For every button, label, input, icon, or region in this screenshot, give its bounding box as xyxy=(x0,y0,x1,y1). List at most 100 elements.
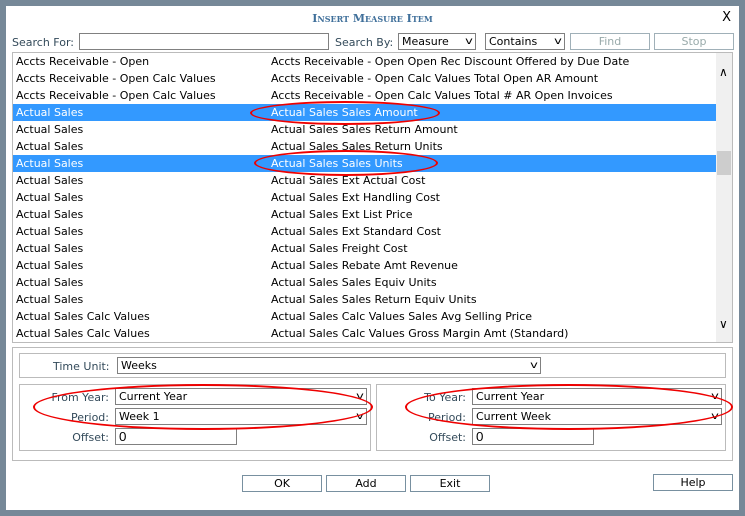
measure-cell: Actual Sales Freight Cost xyxy=(271,242,408,255)
search-for-label: Search For: xyxy=(12,36,74,49)
to-year-value: Current Year xyxy=(476,390,545,403)
measure-cell: Actual Sales Sales Equiv Units xyxy=(271,276,437,289)
ok-button[interactable]: OK xyxy=(242,475,322,492)
list-row[interactable]: Accts Receivable - Open Accts Receivable … xyxy=(13,53,717,70)
chevron-down-icon: v xyxy=(356,411,364,422)
measure-cell: Actual Sales Rebate Amt Revenue xyxy=(271,259,458,272)
find-button[interactable]: Find xyxy=(570,33,650,50)
from-offset-label: Offset: xyxy=(72,431,109,444)
to-period-value: Current Week xyxy=(476,410,551,423)
match-type-value: Contains xyxy=(489,35,538,48)
search-input[interactable] xyxy=(79,33,329,50)
search-by-label: Search By: xyxy=(335,36,394,49)
time-unit-label: Time Unit: xyxy=(53,360,110,373)
to-year-select[interactable]: Current Year v xyxy=(472,388,722,405)
list-scrollbar[interactable]: ∧ ∨ xyxy=(716,53,732,342)
chevron-down-icon: v xyxy=(465,36,473,47)
list-row[interactable]: Actual Sales Actual Sales Ext Standard Co… xyxy=(13,223,717,240)
list-row[interactable]: Actual Sales Actual Sales Ext Actual Cost xyxy=(13,172,717,189)
list-row[interactable]: Actual Sales Actual Sales Freight Cost xyxy=(13,240,717,257)
measure-cell: Actual Sales Ext Actual Cost xyxy=(271,174,426,187)
chevron-down-icon: v xyxy=(711,411,719,422)
to-period-label: Period: xyxy=(427,411,466,424)
measure-cell: Actual Sales Ext Standard Cost xyxy=(271,225,441,238)
stop-button[interactable]: Stop xyxy=(654,33,734,50)
to-year-label: To Year: xyxy=(424,391,466,404)
add-button[interactable]: Add xyxy=(326,475,406,492)
scroll-up-icon[interactable]: ∧ xyxy=(719,65,728,79)
list-row[interactable]: Accts Receivable - Open Calc Values Accts… xyxy=(13,70,717,87)
time-unit-select[interactable]: Weeks v xyxy=(117,357,541,374)
time-unit-group: Time Unit: Weeks v xyxy=(19,353,726,378)
from-year-label: From Year: xyxy=(51,391,109,404)
group-cell: Actual Sales xyxy=(16,293,84,306)
group-cell: Actual Sales xyxy=(16,242,84,255)
group-cell: Actual Sales xyxy=(16,157,84,170)
dialog-title: Insert Measure Item xyxy=(312,12,433,25)
list-row[interactable]: Actual Sales Actual Sales Rebate Amt Reve… xyxy=(13,257,717,274)
help-button[interactable]: Help xyxy=(653,474,733,491)
group-cell: Accts Receivable - Open Calc Values xyxy=(16,72,216,85)
group-cell: Actual Sales xyxy=(16,259,84,272)
measure-cell: Actual Sales Sales Amount xyxy=(271,106,418,119)
to-period-select[interactable]: Current Week v xyxy=(472,408,722,425)
measure-cell: Actual Sales Sales Return Amount xyxy=(271,123,458,136)
group-cell: Accts Receivable - Open Calc Values xyxy=(16,89,216,102)
measure-cell: Accts Receivable - Open Calc Values Tota… xyxy=(271,72,599,85)
list-row[interactable]: Actual Sales Actual Sales Ext List Price xyxy=(13,206,717,223)
measure-cell: Actual Sales Calc Values Gross Margin Am… xyxy=(271,327,569,340)
group-cell: Accts Receivable - Open xyxy=(16,55,150,68)
list-row[interactable]: Actual Sales Actual Sales Sales Equiv Uni… xyxy=(13,274,717,291)
scrollbar-thumb[interactable] xyxy=(717,151,731,175)
time-unit-value: Weeks xyxy=(121,359,157,372)
to-offset-label: Offset: xyxy=(429,431,466,444)
group-cell: Actual Sales xyxy=(16,106,84,119)
insert-measure-dialog: Insert Measure Item X Search For: Search… xyxy=(6,6,739,510)
measure-cell: Accts Receivable - Open Calc Values Tota… xyxy=(271,89,613,102)
exit-button[interactable]: Exit xyxy=(410,475,490,492)
measure-cell: Actual Sales Calc Values Sales Avg Selli… xyxy=(271,310,533,323)
chevron-down-icon: v xyxy=(356,391,364,402)
from-year-select[interactable]: Current Year v xyxy=(115,388,367,405)
list-row[interactable]: Actual Sales Actual Sales Sales Return Am… xyxy=(13,121,717,138)
list-row[interactable]: Actual Sales Calc Values Actual Sales Cal… xyxy=(13,325,717,342)
group-cell: Actual Sales xyxy=(16,225,84,238)
from-period-label: Period: xyxy=(70,411,109,424)
group-cell: Actual Sales xyxy=(16,191,84,204)
group-cell: Actual Sales xyxy=(16,208,84,221)
from-period-value: Week 1 xyxy=(119,410,160,423)
chevron-down-icon: v xyxy=(711,391,719,402)
search-by-value: Measure xyxy=(402,35,449,48)
chevron-down-icon: v xyxy=(554,36,562,47)
from-year-value: Current Year xyxy=(119,390,188,403)
measure-cell: Actual Sales Sales Return Equiv Units xyxy=(271,293,477,306)
measure-list[interactable]: Actual Sales Calc Values Actual Sales Cal… xyxy=(12,52,733,343)
list-row[interactable]: Actual Sales Actual Sales Sales Units xyxy=(13,155,717,172)
search-by-select[interactable]: Measure v xyxy=(398,33,476,50)
group-cell: Actual Sales Calc Values xyxy=(16,327,150,340)
group-cell: Actual Sales xyxy=(16,123,84,136)
from-period-select[interactable]: Week 1 v xyxy=(115,408,367,425)
to-offset-input[interactable] xyxy=(472,428,594,445)
measure-cell: Actual Sales Sales Return Units xyxy=(271,140,443,153)
list-row[interactable]: Actual Sales Actual Sales Ext Handling Co… xyxy=(13,189,717,206)
group-cell: Actual Sales Calc Values xyxy=(16,310,150,323)
measure-cell: Actual Sales Ext List Price xyxy=(271,208,413,221)
match-type-select[interactable]: Contains v xyxy=(485,33,565,50)
from-group: From Year: Current Year v Period: Week 1 v… xyxy=(19,384,371,451)
chevron-down-icon: v xyxy=(530,360,538,371)
list-row[interactable]: Actual Sales Actual Sales Sales Return Eq… xyxy=(13,291,717,308)
group-cell: Actual Sales xyxy=(16,140,84,153)
to-group: To Year: Current Year v Period: Current W… xyxy=(376,384,726,451)
list-row[interactable]: Actual Sales Actual Sales Sales Amount xyxy=(13,104,717,121)
close-icon[interactable]: X xyxy=(722,10,731,25)
list-row[interactable]: Accts Receivable - Open Calc Values Accts… xyxy=(13,87,717,104)
measure-cell: Actual Sales Sales Units xyxy=(271,157,403,170)
measure-cell: Actual Sales Ext Handling Cost xyxy=(271,191,440,204)
group-cell: Actual Sales xyxy=(16,174,84,187)
measure-cell: Accts Receivable - Open Open Rec Discoun… xyxy=(271,55,630,68)
scroll-down-icon[interactable]: ∨ xyxy=(719,317,728,331)
list-row[interactable]: Actual Sales Calc Values Actual Sales Cal… xyxy=(13,308,717,325)
list-row[interactable]: Actual Sales Actual Sales Sales Return Un… xyxy=(13,138,717,155)
from-offset-input[interactable] xyxy=(115,428,237,445)
